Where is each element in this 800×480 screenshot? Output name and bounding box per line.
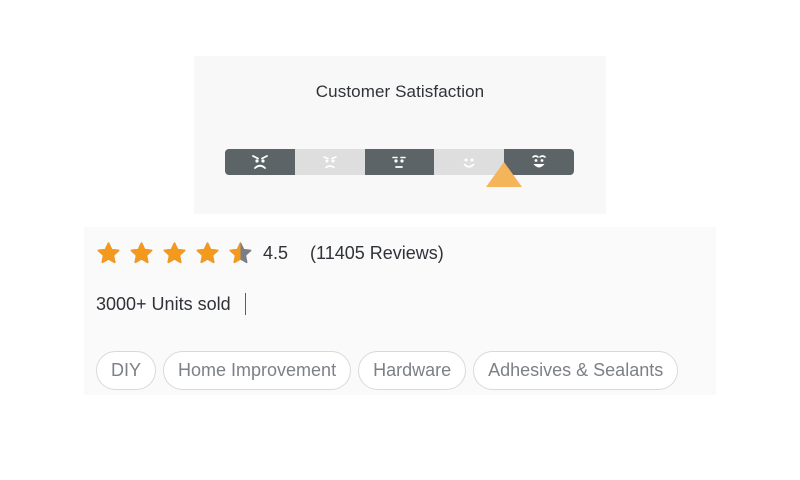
star-icon bbox=[97, 241, 120, 263]
satisfaction-option-dissatisfied[interactable] bbox=[294, 149, 365, 175]
satisfaction-option-very-dissatisfied[interactable] bbox=[225, 149, 295, 175]
review-count[interactable]: (11405 Reviews) bbox=[310, 243, 444, 264]
star-icon bbox=[196, 241, 219, 263]
rating-value: 4.5 bbox=[263, 242, 289, 263]
category-tag[interactable]: Home Improvement bbox=[163, 351, 352, 390]
rating-row: 4.5 (11405 Reviews) bbox=[96, 239, 444, 267]
category-tags: DIY Home Improvement Hardware Adhesives & S… bbox=[96, 351, 680, 391]
sad-face-icon bbox=[322, 156, 337, 169]
star-icon bbox=[163, 241, 186, 263]
satisfaction-option-neutral[interactable] bbox=[364, 149, 435, 175]
selected-level-pointer bbox=[486, 162, 523, 187]
half-star-icon bbox=[229, 241, 252, 263]
category-tag[interactable]: Hardware bbox=[358, 351, 467, 390]
units-sold: 3000+ Units sold bbox=[96, 293, 247, 315]
star-icon bbox=[130, 241, 153, 263]
customer-satisfaction-card: Customer Satisfaction bbox=[194, 56, 606, 214]
category-tag[interactable]: DIY bbox=[96, 351, 157, 390]
product-info-card: 4.5 (11405 Reviews) 3000+ Units sold DIY… bbox=[84, 227, 716, 395]
smile-face-icon bbox=[463, 158, 475, 168]
divider bbox=[244, 293, 247, 315]
angry-face-icon bbox=[251, 155, 268, 169]
category-tag[interactable]: Adhesives & Sealants bbox=[473, 351, 679, 390]
neutral-face-icon bbox=[392, 156, 407, 168]
satisfaction-title: Customer Satisfaction bbox=[315, 82, 485, 101]
grin-face-icon bbox=[532, 155, 546, 168]
units-sold-text: 3000+ Units sold bbox=[96, 293, 231, 314]
